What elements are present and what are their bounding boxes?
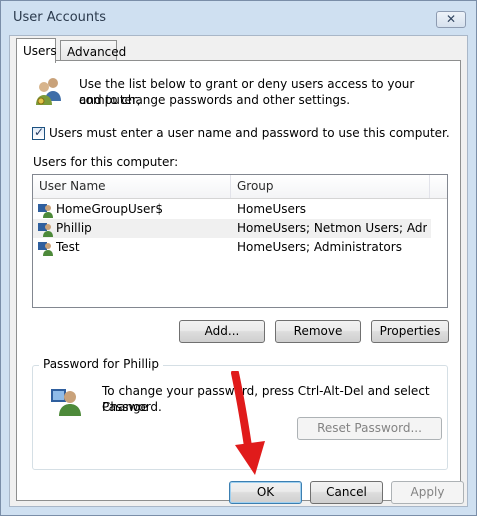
- password-info-line-2: Password.: [102, 400, 162, 414]
- user-icon: [38, 223, 53, 237]
- column-header-group[interactable]: Group: [231, 175, 431, 198]
- close-icon: ✕: [445, 12, 457, 26]
- apply-button[interactable]: Apply: [391, 481, 464, 504]
- table-row[interactable]: Test HomeUsers; Administrators: [33, 238, 431, 257]
- user-name-cell: Phillip: [56, 221, 92, 235]
- title-bar: User Accounts ✕: [1, 1, 476, 35]
- cancel-button[interactable]: Cancel: [310, 481, 383, 504]
- remove-button[interactable]: Remove: [275, 320, 361, 343]
- window-title: User Accounts: [13, 10, 107, 25]
- users-list-header: User Name Group: [33, 175, 447, 199]
- down-arrow-annotation: [231, 371, 265, 475]
- tab-advanced-label: Advanced: [67, 45, 127, 59]
- users-list[interactable]: User Name Group HomeGroupUser$ HomeUsers…: [32, 174, 448, 308]
- table-row[interactable]: Phillip HomeUsers; Netmon Users; Admi...: [33, 219, 431, 238]
- ok-button[interactable]: OK: [229, 481, 302, 504]
- add-button[interactable]: Add...: [179, 320, 265, 343]
- tab-advanced[interactable]: Advanced: [60, 40, 126, 62]
- user-icon: [51, 389, 81, 416]
- reset-password-button[interactable]: Reset Password...: [297, 417, 442, 440]
- column-header-user-name[interactable]: User Name: [33, 175, 231, 198]
- user-group-cell: HomeUsers; Netmon Users; Admi...: [237, 221, 427, 235]
- user-icon: [38, 242, 53, 256]
- header-filler: [429, 175, 447, 198]
- table-row[interactable]: HomeGroupUser$ HomeUsers: [33, 200, 431, 219]
- user-group-cell: HomeUsers; Administrators: [237, 240, 402, 254]
- properties-button[interactable]: Properties: [371, 320, 449, 343]
- users-section-label: Users for this computer:: [33, 155, 179, 169]
- tab-users-label: Users: [23, 44, 57, 58]
- intro-line-2: and to change passwords and other settin…: [79, 93, 351, 107]
- user-accounts-window: User Accounts ✕ Users Advanced Use the l…: [0, 0, 477, 516]
- user-name-cell: HomeGroupUser$: [56, 202, 163, 216]
- tab-users[interactable]: Users: [16, 38, 57, 63]
- user-name-cell: Test: [56, 240, 80, 254]
- users-icon: [36, 78, 61, 105]
- require-login-label[interactable]: Users must enter a user name and passwor…: [49, 125, 450, 141]
- user-group-cell: HomeUsers: [237, 202, 307, 216]
- user-icon: [38, 204, 53, 218]
- password-group-legend: Password for Phillip: [39, 357, 163, 371]
- require-login-checkbox[interactable]: [32, 125, 45, 140]
- close-button[interactable]: ✕: [436, 11, 466, 28]
